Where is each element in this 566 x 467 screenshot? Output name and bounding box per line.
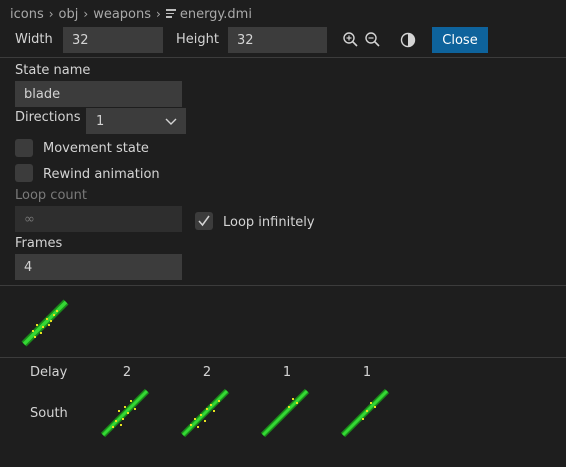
divider <box>0 57 566 58</box>
movement-state-label: Movement state <box>43 141 149 156</box>
breadcrumb: icons › obj › weapons › energy.dmi <box>0 0 566 28</box>
zoom-in-icon[interactable] <box>342 31 360 49</box>
width-input[interactable] <box>63 27 163 53</box>
chevron-down-icon <box>164 114 178 128</box>
frame-delay-3[interactable]: 1 <box>267 365 307 380</box>
state-name-input[interactable] <box>15 81 182 107</box>
directions-value: 1 <box>96 113 105 129</box>
frame-delay-4[interactable]: 1 <box>347 365 387 380</box>
frame-delay-2[interactable]: 2 <box>187 365 227 380</box>
chevron-right-icon: › <box>48 7 54 21</box>
loop-infinitely-label: Loop infinitely <box>223 215 315 230</box>
chevron-right-icon: › <box>156 7 161 21</box>
breadcrumb-item-file[interactable]: energy.dmi <box>180 7 252 22</box>
frames-input[interactable] <box>15 254 182 280</box>
rewind-animation-checkbox[interactable] <box>15 164 33 182</box>
height-label: Height <box>176 32 219 47</box>
frame-sprite-2[interactable] <box>180 388 230 438</box>
state-name-label: State name <box>15 63 91 78</box>
movement-state-checkbox[interactable] <box>15 139 33 157</box>
loop-infinitely-checkbox[interactable] <box>195 212 213 230</box>
frame-sprite-1[interactable] <box>100 388 150 438</box>
chevron-right-icon: › <box>83 7 89 21</box>
checkmark-icon <box>198 215 210 227</box>
frames-label: Frames <box>15 236 63 251</box>
divider <box>0 285 566 286</box>
frame-sprite-3[interactable] <box>260 388 310 438</box>
loop-count-label: Loop count <box>15 188 87 203</box>
contrast-icon[interactable] <box>399 31 417 49</box>
directions-label: Directions <box>15 110 81 125</box>
height-input[interactable] <box>228 27 327 53</box>
zoom-out-icon[interactable] <box>364 31 382 49</box>
width-label: Width <box>15 32 53 47</box>
divider <box>0 357 566 358</box>
rewind-animation-label: Rewind animation <box>43 167 160 182</box>
breadcrumb-item-weapons[interactable]: weapons <box>93 7 151 22</box>
loop-count-input[interactable] <box>15 206 182 232</box>
close-button[interactable]: Close <box>432 27 488 53</box>
directions-select[interactable]: 1 <box>86 108 186 134</box>
breadcrumb-item-obj[interactable]: obj <box>59 7 79 22</box>
direction-south-label: South <box>30 406 68 421</box>
delay-label: Delay <box>30 365 68 380</box>
frame-delay-1[interactable]: 2 <box>107 365 147 380</box>
state-preview-sprite[interactable] <box>20 298 70 348</box>
frame-sprite-4[interactable] <box>340 388 390 438</box>
file-lines-icon <box>165 9 176 19</box>
breadcrumb-item-icons[interactable]: icons <box>10 7 44 22</box>
